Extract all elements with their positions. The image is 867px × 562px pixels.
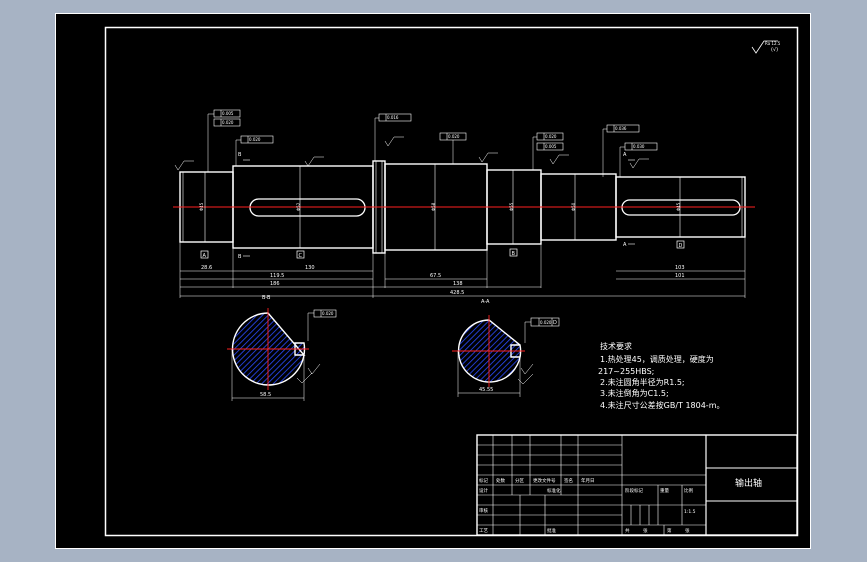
svg-text:标记: 标记: [479, 477, 488, 484]
drawing-canvas: Ra 12.5 (√) Φ45 Φ52 Φ58 Φ55 Φ50 Φ45 A C …: [55, 13, 811, 549]
title-block: 标记 处数 分区 更改文件号 签名 年月日 设计 标准化 阶段标记 重量 比例 …: [476, 434, 798, 536]
section-a-a: A-A 45.55 0.020 D: [452, 299, 560, 397]
svg-text:工艺: 工艺: [479, 528, 488, 534]
cad-viewport[interactable]: Ra 12.5 (√) Φ45 Φ52 Φ58 Φ55 Φ50 Φ45 A C …: [55, 13, 811, 549]
svg-text:3.未注倒角为C1.5;: 3.未注倒角为C1.5;: [600, 388, 669, 398]
svg-text:28.6: 28.6: [201, 265, 212, 271]
svg-text:0.030: 0.030: [633, 144, 645, 149]
svg-text:0.005: 0.005: [545, 144, 557, 149]
dimension-texts: 28.6 119.5 130 186 67.5 138 103 101 428.…: [201, 265, 685, 296]
svg-text:分区: 分区: [515, 477, 524, 484]
svg-text:B: B: [238, 152, 242, 158]
technical-requirements: 技术要求 1.热处理45，调质处理，硬度为 217~255HBS; 2.未注圆角…: [598, 341, 724, 410]
svg-text:Φ52: Φ52: [296, 202, 301, 211]
svg-text:217~255HBS;: 217~255HBS;: [598, 367, 654, 376]
svg-text:138: 138: [453, 281, 463, 287]
svg-text:(√): (√): [771, 47, 778, 53]
svg-text:D: D: [679, 243, 683, 249]
svg-text:张: 张: [685, 527, 690, 534]
svg-text:428.5: 428.5: [450, 290, 464, 296]
svg-text:67.5: 67.5: [430, 273, 441, 279]
svg-text:2.未注圆角半径为R1.5;: 2.未注圆角半径为R1.5;: [600, 377, 685, 387]
svg-text:处数: 处数: [496, 477, 505, 484]
svg-text:4.未注尺寸公差按GB/T 1804-m。: 4.未注尺寸公差按GB/T 1804-m。: [600, 400, 724, 410]
svg-text:1.热处理45，调质处理，硬度为: 1.热处理45，调质处理，硬度为: [600, 354, 714, 364]
svg-text:B: B: [512, 251, 516, 257]
svg-text:Φ55: Φ55: [509, 202, 514, 211]
svg-text:Φ50: Φ50: [571, 202, 576, 211]
svg-text:0.020: 0.020: [448, 134, 460, 139]
svg-text:阶段标记: 阶段标记: [625, 487, 643, 494]
svg-text:B-B: B-B: [262, 295, 271, 301]
svg-text:1:1.5: 1:1.5: [684, 509, 696, 515]
svg-text:C: C: [299, 253, 303, 259]
svg-text:0.020: 0.020: [222, 120, 234, 125]
svg-text:第: 第: [667, 527, 672, 534]
svg-text:比例: 比例: [684, 487, 693, 494]
svg-text:设计: 设计: [479, 487, 488, 494]
shaft-main-view: Φ45 Φ52 Φ58 Φ55 Φ50 Φ45: [173, 160, 755, 254]
svg-text:101: 101: [675, 273, 685, 279]
tech-req-title: 技术要求: [600, 341, 632, 351]
svg-text:年月日: 年月日: [581, 477, 595, 484]
svg-text:共: 共: [625, 527, 630, 534]
svg-text:0.005: 0.005: [222, 111, 234, 116]
svg-text:0.020: 0.020: [249, 137, 261, 142]
svg-text:A: A: [203, 253, 207, 259]
svg-text:45.55: 45.55: [479, 387, 493, 393]
svg-text:58.5: 58.5: [260, 392, 271, 398]
inner-frame: [104, 26, 799, 537]
svg-text:A: A: [623, 242, 627, 248]
svg-text:张: 张: [643, 527, 648, 534]
tolerance-frames: 0.005 0.020 0.020 0.016 0.020 0.020 0.00…: [174, 109, 658, 177]
svg-text:审核: 审核: [479, 507, 488, 514]
svg-text:Φ45: Φ45: [199, 202, 204, 211]
svg-text:更改文件号: 更改文件号: [533, 477, 556, 484]
roughness-top-text: Ra 12.5: [765, 41, 781, 46]
svg-text:119.5: 119.5: [270, 273, 284, 279]
svg-text:批准: 批准: [547, 527, 556, 534]
svg-text:Φ58: Φ58: [431, 202, 436, 211]
svg-text:0.020: 0.020: [322, 311, 334, 316]
svg-text:B: B: [238, 254, 242, 260]
roughness-symbol-top: Ra 12.5 (√): [751, 40, 781, 54]
svg-text:重量: 重量: [660, 487, 669, 494]
svg-text:Φ45: Φ45: [676, 202, 681, 211]
part-name: 输出轴: [735, 477, 762, 489]
svg-text:0.016: 0.016: [387, 115, 399, 120]
svg-text:103: 103: [675, 265, 685, 271]
dimension-lines: [179, 237, 746, 298]
svg-text:186: 186: [270, 281, 280, 287]
outer-frame: [55, 13, 811, 549]
datum-markers: A C B D B B A A: [200, 152, 685, 260]
svg-text:0.020: 0.020: [545, 134, 557, 139]
svg-text:D: D: [553, 320, 557, 326]
svg-text:0.020: 0.020: [540, 320, 552, 325]
svg-text:签名: 签名: [564, 477, 573, 484]
svg-text:0.036: 0.036: [615, 126, 627, 131]
svg-text:A-A: A-A: [481, 299, 490, 305]
section-b-b: B-B 58.5 0.020: [227, 295, 337, 401]
svg-text:标准化: 标准化: [547, 487, 561, 494]
svg-text:130: 130: [305, 265, 315, 271]
svg-text:A: A: [623, 152, 627, 158]
